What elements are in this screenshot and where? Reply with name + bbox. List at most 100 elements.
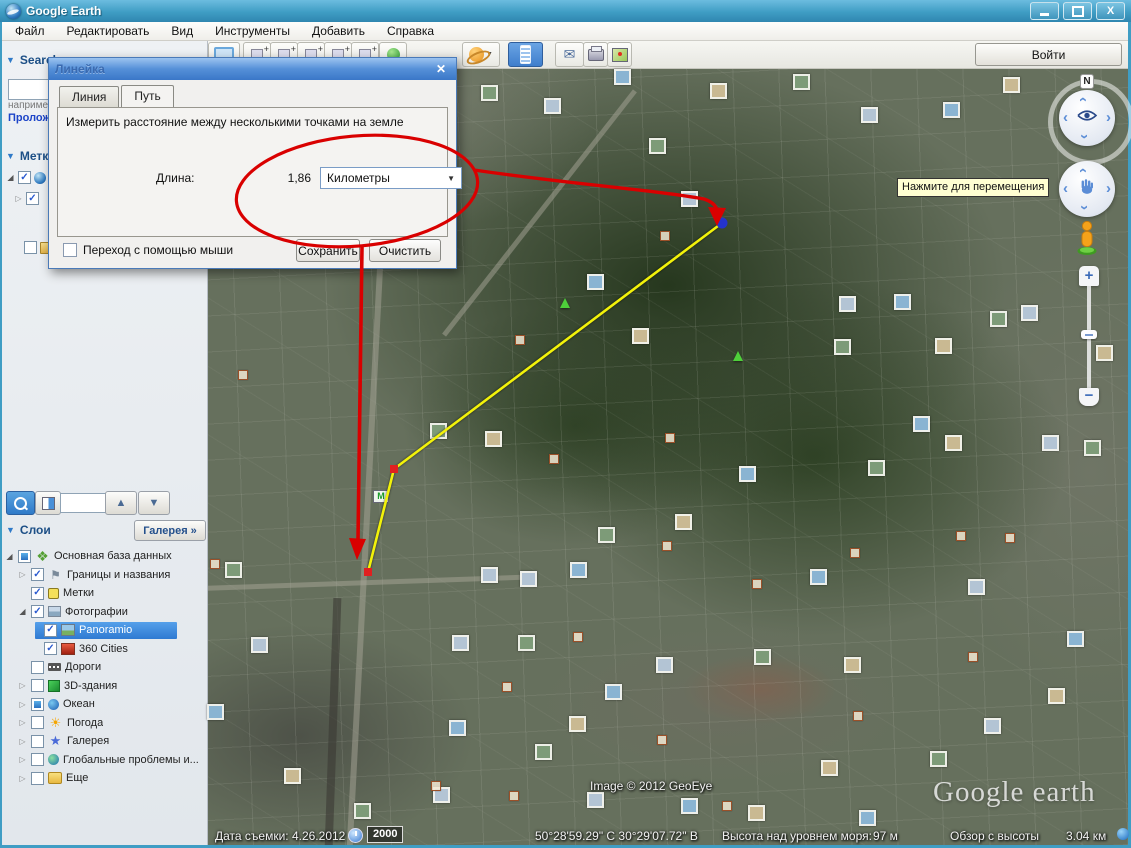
layer-item-database-layers[interactable]: ◢Основная база данных [2,547,207,566]
menu-item[interactable]: Добавить [301,23,376,39]
look-right-chevron-icon[interactable]: › [1106,110,1111,125]
layer-item-gallery-star[interactable]: ▷Галерея [2,732,207,751]
collapsed-arrow-icon[interactable]: ▷ [14,194,23,203]
checkbox-checked[interactable]: ✓ [26,192,39,205]
menu-item[interactable]: Справка [376,23,445,39]
move-joystick[interactable]: ‹ ‹ ‹ › [1059,161,1115,217]
look-down-chevron-icon[interactable]: ‹ [1076,134,1091,139]
menu-item[interactable]: Файл [4,23,56,39]
restore-button[interactable] [1063,2,1092,20]
unit-value: Километры [327,171,390,185]
search-places-button[interactable] [6,491,35,515]
checkbox-unchecked[interactable] [24,241,37,254]
collapsed-arrow-icon[interactable]: ▷ [18,570,27,579]
layer-item-cities-360[interactable]: ✓360 Cities [2,640,207,659]
move-down-chevron-icon[interactable]: ‹ [1076,205,1091,210]
look-joystick[interactable]: ‹ ‹ ‹ › [1059,90,1115,146]
layer-label: Дороги [65,661,101,673]
places-filter-input[interactable] [60,493,106,513]
email-button[interactable]: ✉ [555,42,584,67]
look-up-chevron-icon[interactable]: ‹ [1076,97,1091,102]
layer-item-ocean[interactable]: ▷Океан [2,695,207,714]
layer-item-panoramio[interactable]: ✓Panoramio [2,621,207,640]
collapsed-arrow-icon[interactable]: ▷ [18,700,27,709]
clear-button[interactable]: Очистить [369,239,441,262]
layer-checkbox-checked[interactable]: ✓ [31,568,44,581]
planets-button[interactable]: ▼ [462,42,500,67]
dialog-title-bar[interactable]: Линейка ✕ [49,58,456,80]
collapsed-arrow-icon[interactable]: ▷ [18,755,27,764]
close-button[interactable]: X [1096,2,1125,20]
pegman-street-view[interactable] [1076,220,1098,261]
eye-icon[interactable] [1076,109,1098,127]
hand-icon[interactable] [1079,179,1095,200]
print-button[interactable] [583,42,608,67]
collapsed-arrow-icon[interactable]: ▷ [18,737,27,746]
zoom-in-button[interactable]: + [1079,266,1099,286]
layer-label: Погода [67,717,103,729]
layer-checkbox-checked[interactable]: ✓ [31,605,44,618]
tab-line[interactable]: Линия [59,86,119,109]
save-button[interactable]: Сохранить [296,239,360,262]
layer-item-borders-flag[interactable]: ▷✓Границы и названия [2,566,207,585]
layer-checkbox-checked[interactable]: ✓ [44,642,57,655]
window-border [0,22,2,848]
layers-panel-header[interactable]: ▼ Слои Галерея » [6,523,202,537]
move-left-chevron-icon[interactable]: ‹ [1063,181,1068,196]
move-up-button[interactable]: ▲ [105,491,137,515]
layer-checkbox-unchecked[interactable] [31,753,44,766]
menu-item[interactable]: Вид [160,23,204,39]
look-left-chevron-icon[interactable]: ‹ [1063,110,1068,125]
dialog-close-icon[interactable]: ✕ [432,62,450,76]
layer-checkbox-unchecked[interactable] [31,661,44,674]
clock-icon[interactable] [348,828,363,843]
unit-dropdown[interactable]: Километры ▼ [320,167,462,189]
layer-checkbox-partial[interactable] [31,698,44,711]
time-slider-value[interactable]: 2000 [367,826,403,843]
layer-checkbox-unchecked[interactable] [31,735,44,748]
layer-item-photos[interactable]: ◢✓Фотографии [2,603,207,622]
expanded-arrow-icon[interactable]: ◢ [18,607,27,616]
layer-checkbox-checked[interactable]: ✓ [31,587,44,600]
layer-item-global-awareness[interactable]: ▷Глобальные проблемы и... [2,751,207,770]
mouse-nav-checkbox[interactable] [63,243,77,257]
layer-checkbox-unchecked[interactable] [31,772,44,785]
move-up-chevron-icon[interactable]: ‹ [1076,168,1091,173]
google-earth-window: Google Earth X ФайлРедактироватьВидИнстр… [0,0,1131,848]
places-tree-row[interactable]: ◢ ✓ [6,171,46,184]
ruler-button[interactable] [508,42,543,67]
layer-item-placemark[interactable]: ✓Метки [2,584,207,603]
layer-item-weather-sun[interactable]: ▷ Погода [2,714,207,733]
title-bar: Google Earth X [0,0,1131,22]
expanded-arrow-icon[interactable]: ◢ [6,173,15,182]
menu-item[interactable]: Инструменты [204,23,301,39]
layer-item-buildings-3d[interactable]: ▷3D-здания [2,677,207,696]
layer-checkbox-checked[interactable]: ✓ [44,624,57,637]
view-in-maps-button[interactable] [607,42,632,67]
zoom-handle[interactable] [1081,330,1097,339]
collapsed-arrow-icon[interactable]: ▷ [18,774,27,783]
layer-checkbox-unchecked[interactable] [31,679,44,692]
places-tree-row[interactable]: ▷ ✓ [14,192,39,205]
compass-north-label[interactable]: N [1080,74,1094,89]
menu-bar: ФайлРедактироватьВидИнструментыДобавитьС… [0,22,1131,41]
gallery-button[interactable]: Галерея » [134,520,206,541]
zoom-out-button[interactable]: − [1079,388,1099,406]
collapsed-arrow-icon[interactable]: ▷ [18,681,27,690]
minimize-button[interactable] [1030,2,1059,20]
menu-item[interactable]: Редактировать [56,23,161,39]
layer-checkbox-unchecked[interactable] [31,716,44,729]
sign-in-button[interactable]: Войти [975,43,1122,66]
layer-item-roads[interactable]: Дороги [2,658,207,677]
layer-checkbox-partial[interactable] [18,550,31,563]
move-down-button[interactable]: ▼ [138,491,170,515]
collapsed-arrow-icon[interactable]: ▷ [18,718,27,727]
checkbox-checked[interactable]: ✓ [18,171,31,184]
imagery-date-label: Дата съемки: 4.26.2012 [215,829,345,843]
histogram-view-button[interactable] [35,491,61,515]
tab-path[interactable]: Путь [121,85,173,109]
database-layers-icon [35,550,50,562]
move-right-chevron-icon[interactable]: › [1106,181,1111,196]
layer-item-more-folder[interactable]: ▷Еще [2,769,207,788]
expanded-arrow-icon[interactable]: ◢ [5,552,14,561]
